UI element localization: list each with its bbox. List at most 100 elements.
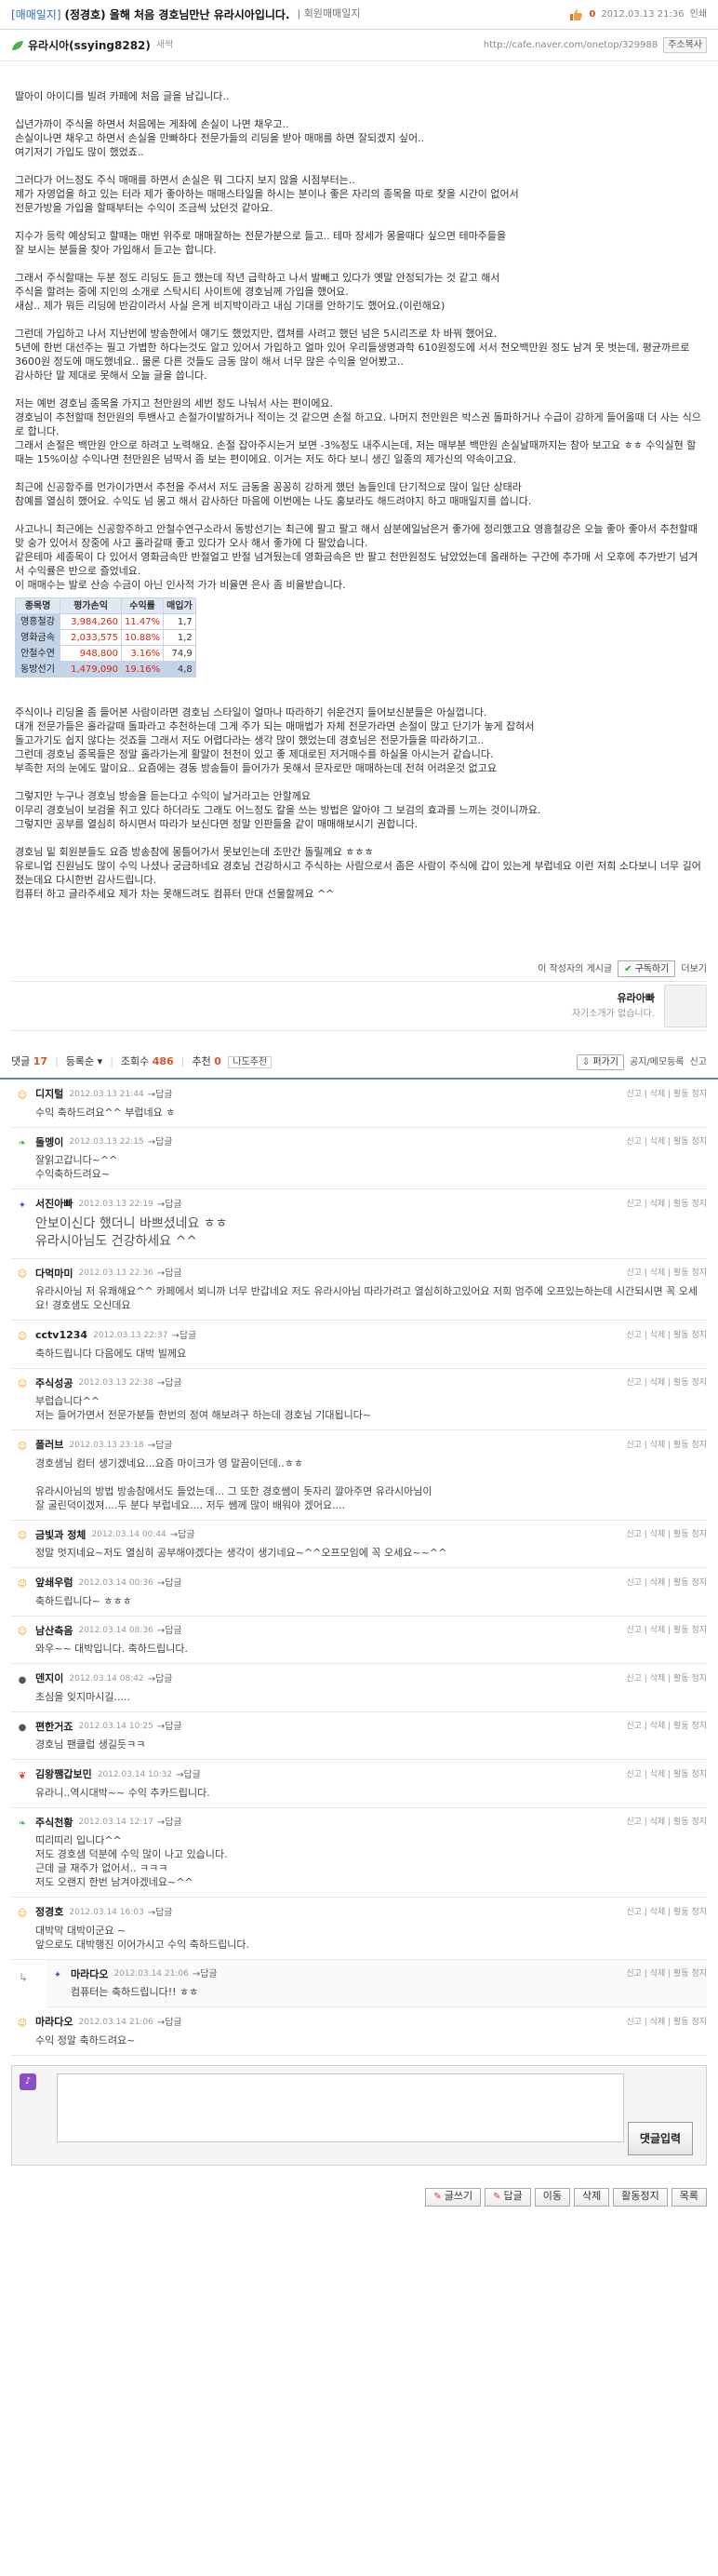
paragraph-spacer — [15, 466, 703, 480]
comment-author[interactable]: 앞쇄우럼 — [35, 1576, 73, 1591]
comment-count-value: 17 — [33, 1054, 48, 1067]
board-name[interactable]: | 회원매매일지 — [298, 7, 361, 22]
comment-reply-button[interactable]: →답글 — [157, 1720, 182, 1734]
author-name[interactable]: 유라시아(ssying8282) — [28, 37, 151, 54]
notice-button[interactable]: 공지/메모등록 — [630, 1055, 685, 1069]
more-button[interactable]: 더보기 — [681, 962, 707, 976]
subscribe-button[interactable]: ✔ 구독하기 — [618, 960, 676, 977]
write-button[interactable]: ✎ 글쓰기 — [425, 2187, 482, 2207]
comment-reply-button[interactable]: →답글 — [193, 1967, 218, 1981]
reply-label: 답글 — [165, 1378, 182, 1389]
comment-author[interactable]: 디지털 — [35, 1087, 63, 1103]
comment-text: 컴퓨터는 축하드립니다!! ㅎㅎ — [71, 1986, 199, 1998]
comment-reply-button[interactable]: →답글 — [157, 1624, 182, 1638]
share-button[interactable]: ⇩ 퍼가기 — [576, 1053, 625, 1070]
comment-reply-button[interactable]: →답글 — [157, 1816, 182, 1830]
reply-button[interactable]: ✎ 답글 — [485, 2187, 531, 2207]
move-button[interactable]: 이동 — [534, 2187, 571, 2207]
comment-reply-button[interactable]: →답글 — [148, 1906, 173, 1920]
report-button[interactable]: 신고 — [690, 1055, 707, 1069]
paragraph: 부족한 저의 눈에도 말이요.. 요즘에는 경동 방송들이 들어가가 못해서 문… — [15, 762, 497, 774]
comment-actions[interactable]: 신고 | 삭제 | 활동 정지 — [626, 1769, 707, 1782]
comment-actions[interactable]: 신고 | 삭제 | 활동 정지 — [626, 1625, 707, 1638]
writer-nick[interactable]: 유라아빠 — [572, 991, 655, 1007]
author-bar: 유라시아(ssying8282) 새싹 http://cafe.naver.co… — [0, 30, 718, 61]
article-paragraphs-2: 주식이나 리딩을 좀 들어본 사람이라면 경호님 스타일이 얼마나 따라하기 쉬… — [15, 705, 703, 901]
comment-input[interactable] — [57, 2073, 624, 2142]
comment-reply-button[interactable]: →답글 — [148, 1439, 173, 1453]
recommend-button[interactable]: 나도추천 — [228, 1055, 273, 1068]
comment-actions[interactable]: 신고 | 삭제 | 활동 정지 — [626, 1529, 707, 1542]
comment-actions[interactable]: 신고 | 삭제 | 활동 정지 — [626, 1721, 707, 1734]
comment-author[interactable]: 김왕쨈갑보민 — [35, 1767, 92, 1783]
suspend-button[interactable]: 활동정지 — [613, 2187, 668, 2207]
comment-actions[interactable]: 신고 | 삭제 | 활동 정지 — [626, 1577, 707, 1590]
comment-reply-button[interactable]: →답글 — [157, 1267, 182, 1281]
comment-author[interactable]: 정경호 — [35, 1905, 63, 1921]
comment-reply-button[interactable]: →답글 — [148, 1088, 173, 1102]
comment-reply-button[interactable]: →답글 — [157, 1576, 182, 1590]
comment-reply-button[interactable]: →답글 — [176, 1768, 201, 1782]
post-title: (정경호) 올해 처음 경호님만난 유라시아입니다. — [64, 7, 290, 21]
comment-actions[interactable]: 신고 | 삭제 | 활동 정지 — [626, 1817, 707, 1830]
comment-actions[interactable]: 신고 | 삭제 | 활동 정지 — [626, 2017, 707, 2030]
user-icon: ✦ — [18, 1200, 27, 1211]
copy-address-button[interactable]: 주소복사 — [663, 37, 707, 53]
comment-actions[interactable]: 신고 | 삭제 | 활동 정지 — [626, 1089, 707, 1102]
comment-author[interactable]: 돌멩이 — [35, 1135, 63, 1151]
paragraph: 같은테마 세종목이 다 있어서 영화금속만 반절얼고 반절 넘겨뒀는데 영화금속… — [15, 551, 698, 577]
comment-author[interactable]: 마라다오 — [71, 1967, 108, 1983]
paragraph: 그런데 가입하고 나서 지난번에 방송한에서 얘기도 했었지만, 캡쳐를 사려고… — [15, 328, 498, 340]
comment-author[interactable]: 다먹마미 — [35, 1267, 73, 1282]
comment-reply-button[interactable]: →답글 — [157, 1198, 182, 1212]
comment-author[interactable]: 주식천황 — [35, 1816, 73, 1831]
speaker-icon[interactable]: ♪ — [20, 2073, 36, 2090]
comment-actions[interactable]: 신고 | 삭제 | 활동 정지 — [626, 1440, 707, 1453]
comment-author[interactable]: 마라다오 — [35, 2015, 73, 2031]
comment-reply-button[interactable]: →답글 — [170, 1528, 195, 1542]
paragraph: 지수가 등락 예상되고 할때는 매번 위주로 매매잘하는 전문가분으로 들고..… — [15, 230, 507, 242]
user-icon: ● — [18, 1674, 27, 1685]
comment-author[interactable]: 서진아빠 — [35, 1197, 73, 1213]
comment-item: ☺ 앞쇄우럼 2012.03.14 00:36 →답글 신고 | 삭제 | 활동 정지 축… — [11, 1568, 707, 1617]
comment-reply-button[interactable]: →답글 — [148, 1672, 173, 1686]
comment-actions[interactable]: 신고 | 삭제 | 활동 정지 — [626, 1199, 707, 1212]
comment-actions[interactable]: 신고 | 삭제 | 활동 정지 — [626, 1136, 707, 1149]
comment-actions[interactable]: 신고 | 삭제 | 활동 정지 — [626, 1673, 707, 1686]
list-button[interactable]: 목록 — [671, 2187, 707, 2207]
avatar[interactable] — [664, 985, 707, 1027]
paragraph: 경호님이 추천할때 천만원의 투밴사고 손절가이발하거나 적이는 것 같으면 손… — [15, 411, 701, 437]
comment-reply-button[interactable]: →답글 — [148, 1135, 173, 1149]
comment-author[interactable]: 폴러브 — [35, 1438, 63, 1454]
comment-actions[interactable]: 신고 | 삭제 | 활동 정지 — [626, 1330, 707, 1343]
comment-count[interactable]: 댓글 17 — [11, 1054, 47, 1070]
comment-author[interactable]: 편한거죠 — [35, 1720, 73, 1736]
table-row: 영흥철강 3,984,260 11.47% 1,7 — [15, 613, 196, 630]
post-category[interactable]: [매매일지] — [11, 7, 61, 23]
stock-buy: 1,7 — [163, 613, 196, 630]
comment-text: 경호님 팬클럽 생길듯ㅋㅋ — [35, 1738, 146, 1751]
comment-text: 띠리띠리 입니다^^ 저도 경호샘 덕분에 수익 많이 나고 있습니다. 근데 … — [35, 1834, 228, 1888]
comment-submit-button[interactable]: 댓글입력 — [628, 2121, 693, 2155]
comment-author[interactable]: cctv1234 — [35, 1328, 87, 1344]
print-button[interactable]: 인쇄 — [690, 7, 707, 21]
comment-actions[interactable]: 신고 | 삭제 | 활동 정지 — [626, 1268, 707, 1281]
comment-author[interactable]: 덴지이 — [35, 1671, 63, 1687]
author-posts-link[interactable]: 이 작성자의 게시글 — [538, 962, 612, 976]
comment-actions[interactable]: 신고 | 삭제 | 활동 정지 — [626, 1907, 707, 1920]
paragraph: 잘 보시는 분들을 찾아 가입해서 듣고는 합니다. — [15, 244, 217, 256]
comment-actions[interactable]: 신고 | 삭제 | 활동 정지 — [626, 1968, 707, 1981]
delete-button[interactable]: 삭제 — [574, 2187, 610, 2207]
comment-author[interactable]: 주식성공 — [35, 1376, 73, 1392]
order-select[interactable]: 등록순 ▾ — [66, 1054, 102, 1070]
comment-author[interactable]: 남산측음 — [35, 1624, 73, 1640]
reply-label: 답글 — [155, 1089, 173, 1100]
comment-reply-button[interactable]: →답글 — [157, 2016, 182, 2030]
comment-reply-button[interactable]: →답글 — [171, 1329, 196, 1343]
stock-pnl: 3,984,260 — [60, 613, 122, 630]
comment-author[interactable]: 금빛과 정체 — [35, 1528, 86, 1544]
comment-reply-button[interactable]: →답글 — [157, 1376, 182, 1390]
comment-actions[interactable]: 신고 | 삭제 | 활동 정지 — [626, 1377, 707, 1390]
thumbs-up-icon[interactable] — [570, 8, 583, 20]
post-url[interactable]: http://cafe.naver.com/onetop/329988 — [484, 38, 658, 52]
